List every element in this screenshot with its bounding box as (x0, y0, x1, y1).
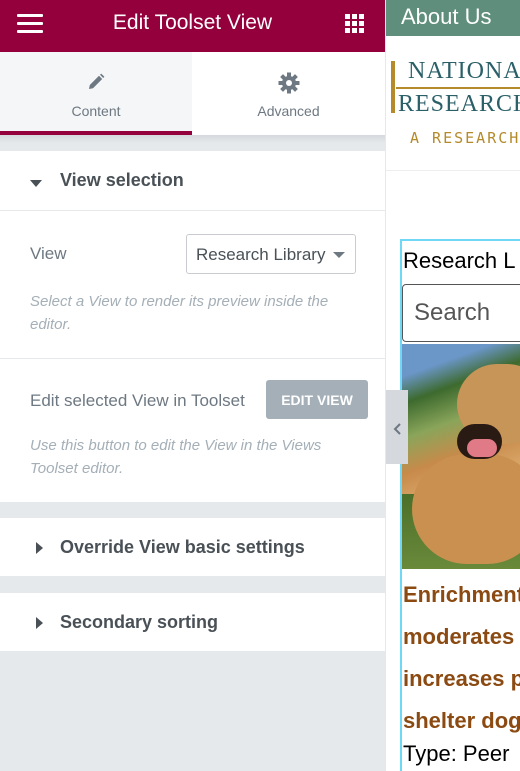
chevron-left-icon (393, 422, 401, 440)
view-selection-section: View selection View Research Library Sel… (0, 151, 385, 502)
article-title-line: increases p (403, 666, 520, 691)
logo-rule (396, 87, 520, 89)
image-dog-tongue (467, 439, 497, 457)
article-title-line: Enrichment (403, 582, 520, 607)
secondary-sorting-header[interactable]: Secondary sorting (0, 593, 385, 651)
tab-content[interactable]: Content (0, 52, 192, 135)
page-preview: About Us NATIONAL RESEARCH A RESEARCH & … (386, 0, 520, 771)
about-bar: About Us (386, 0, 520, 36)
collapse-panel-handle[interactable] (386, 390, 408, 464)
section-title: Secondary sorting (60, 612, 219, 632)
section-title: View selection (60, 170, 184, 190)
secondary-sorting-section[interactable]: Secondary sorting (0, 593, 385, 651)
tabs-shadow (0, 135, 385, 143)
logo-line-2: RESEARCH (398, 91, 520, 117)
divider (0, 358, 385, 359)
panel-title: Edit Toolset View (112, 11, 273, 34)
article-title-line: moderates (403, 624, 515, 649)
override-settings-section[interactable]: Override View basic settings (0, 518, 385, 576)
view-select[interactable]: Research Library (186, 234, 356, 274)
panel-header: Edit Toolset View (0, 0, 385, 52)
caret-right-icon (36, 541, 44, 559)
view-label: View (30, 244, 67, 263)
edit-view-description: Use this button to edit the View in the … (30, 437, 322, 477)
panel-tabs: Content Advanced (0, 52, 385, 135)
article-title-line: shelter dog (403, 708, 520, 733)
view-selection-header[interactable]: View selection (0, 151, 385, 209)
tab-advanced[interactable]: Advanced (192, 52, 385, 135)
view-widget-preview[interactable]: Research L Search Enrichment moderates i… (400, 239, 520, 771)
view-description: Select a View to render its preview insi… (30, 293, 329, 333)
pencil-icon (0, 72, 192, 94)
section-title: Override View basic settings (60, 537, 305, 557)
caret-right-icon (36, 616, 44, 634)
image-dog-body (412, 454, 520, 564)
view-select-value: Research Library (196, 245, 326, 264)
override-settings-header[interactable]: Override View basic settings (0, 518, 385, 576)
chevron-down-icon (333, 252, 345, 258)
edit-view-button[interactable]: EDIT VIEW (266, 380, 368, 419)
tab-content-label: Content (71, 103, 121, 119)
search-input[interactable]: Search (402, 284, 520, 342)
about-link[interactable]: About Us (401, 4, 492, 30)
site-logo[interactable]: NATIONAL RESEARCH A RESEARCH & E (386, 36, 520, 171)
logo-bracket (391, 61, 395, 113)
tab-advanced-label: Advanced (257, 103, 320, 119)
editor-panel: Edit Toolset View Content Advanced View … (0, 0, 385, 771)
article-image[interactable] (402, 344, 520, 569)
search-placeholder: Search (414, 299, 491, 326)
article-type: Type: Peer (403, 741, 510, 766)
caret-down-icon (30, 175, 42, 193)
article-title-link[interactable]: Enrichment moderates increases p shelter… (403, 574, 520, 742)
logo-line-1: NATIONAL (408, 58, 520, 84)
gear-icon (192, 72, 385, 94)
widgets-grid-icon[interactable] (345, 14, 365, 34)
edit-view-label: Edit selected View in Toolset (30, 391, 245, 410)
divider (0, 210, 385, 211)
logo-tagline: A RESEARCH & E (410, 129, 520, 147)
widget-heading: Research L (403, 248, 516, 273)
